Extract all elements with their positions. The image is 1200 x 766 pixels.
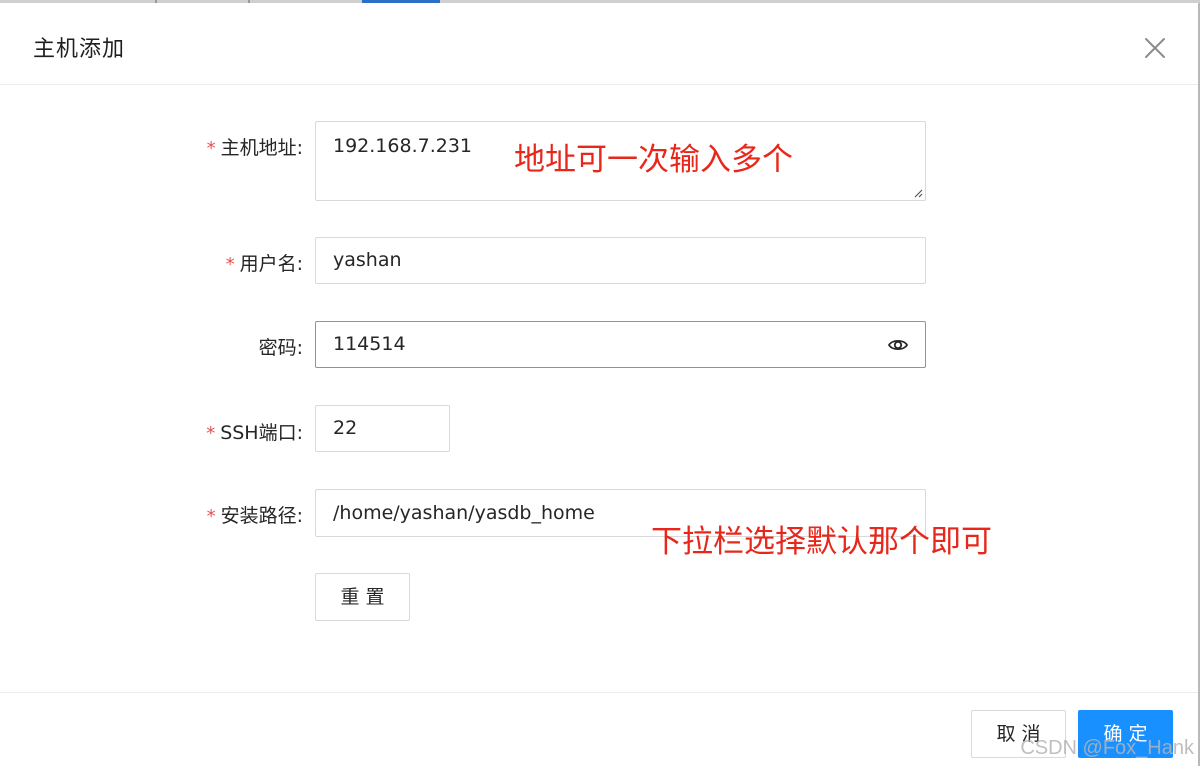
host-address-value: 192.168.7.231	[333, 135, 473, 157]
password-input[interactable]: 114514	[315, 321, 926, 368]
install-path-label-text: 安装路径:	[220, 505, 303, 527]
username-value: yashan	[333, 249, 402, 271]
required-mark: *	[225, 254, 235, 275]
username-input[interactable]: yashan	[315, 237, 926, 284]
ssh-port-label-text: SSH端口:	[220, 422, 303, 444]
dialog-title: 主机添加	[33, 37, 126, 62]
password-label: 密码:	[123, 333, 303, 360]
dialog-header: 主机添加	[0, 3, 1198, 85]
required-mark: *	[206, 138, 216, 159]
address-annotation: 地址可一次输入多个	[514, 142, 793, 178]
eye-icon[interactable]	[887, 334, 909, 356]
required-mark: *	[206, 506, 216, 527]
host-address-label-text: 主机地址:	[220, 137, 303, 159]
dialog: 主机添加 * 主机地址: 192.168.7.231 地址可一次输入多个 * 用户名…	[0, 0, 1200, 766]
install-path-label: * 安装路径:	[123, 501, 303, 528]
host-address-label: * 主机地址:	[123, 133, 303, 160]
resize-handle-icon[interactable]	[913, 188, 923, 198]
ssh-port-value: 22	[333, 417, 358, 439]
path-annotation: 下拉栏选择默认那个即可	[651, 524, 992, 560]
username-label: * 用户名:	[123, 249, 303, 276]
install-path-value: /home/yashan/yasdb_home	[333, 502, 595, 524]
ssh-port-input[interactable]: 22	[315, 405, 450, 452]
password-label-text: 密码:	[258, 337, 303, 359]
ssh-port-label: * SSH端口:	[123, 418, 303, 445]
username-label-text: 用户名:	[239, 253, 303, 275]
required-mark: *	[206, 423, 216, 444]
watermark: CSDN @Fox_Hank	[1020, 737, 1194, 759]
password-value: 114514	[333, 333, 406, 355]
close-icon[interactable]	[1141, 34, 1169, 62]
reset-button[interactable]: 重置	[315, 573, 410, 621]
